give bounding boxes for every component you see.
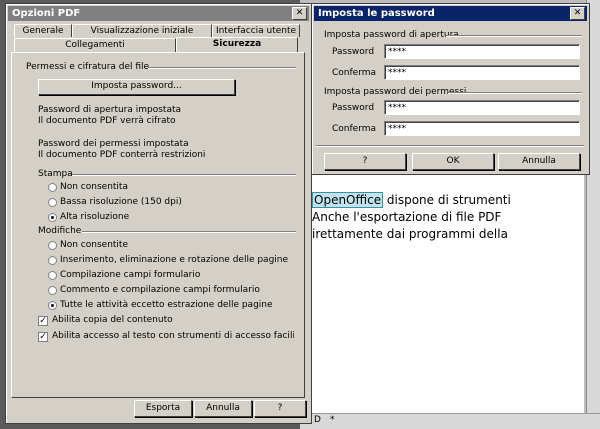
open-password-label: Password [332,47,375,57]
group-permissions-label: Permessi e cifratura del file [26,62,150,72]
help-button[interactable]: ? [324,153,406,170]
print-radio-1[interactable] [48,198,57,207]
changes-option-label: Tutte le attività eccetto estrazione del… [60,300,273,310]
perm-password-status-2: Il documento PDF conterrà restrizioni [38,150,206,160]
tab-visualizzazione[interactable]: Visualizzazione iniziale [72,24,212,37]
changes-option-label: Non consentite [60,240,128,250]
group-perm-line [448,92,582,94]
separator [316,145,584,147]
pdf-options-dialog: Opzioni PDF ✕ Generale Visualizzazione i… [5,3,312,424]
group-permissions-line [148,67,296,69]
changes-radio-4[interactable] [48,301,57,310]
access-checkbox-label: Abilita accesso al testo con strumenti d… [52,331,294,341]
pw-dialog-title: Imposta le password [318,8,435,19]
help-button[interactable]: ? [254,400,306,417]
pdf-dialog-title: Opzioni PDF [12,8,81,19]
copy-checkbox-label: Abilita copia del contenuto [52,315,173,325]
document-text: OpenOffice dispone di strumenti Anche l'… [312,192,528,243]
changes-radio-0[interactable] [48,241,57,250]
changes-radio-2[interactable] [48,271,57,280]
group-open-line [446,35,582,37]
close-icon[interactable]: ✕ [292,7,307,20]
status-modified: * [330,415,335,425]
open-confirm-label: Conferma [332,68,377,78]
status-field: D [314,415,321,425]
pw-dialog-titlebar: Imposta le password ✕ [314,6,587,21]
doc-line-2: Anche l'esportazione di file PDF [312,210,502,224]
open-password-status-2: Il documento PDF verrà cifrato [38,116,176,126]
pdf-dialog-titlebar: Opzioni PDF ✕ [8,6,309,21]
group-print-line [72,174,296,176]
copy-checkbox[interactable]: ✓ [38,316,48,326]
group-print-label: Stampa [38,169,73,179]
access-checkbox[interactable]: ✓ [38,332,48,342]
print-option-label: Bassa risoluzione (150 dpi) [60,197,182,207]
group-changes-line [82,231,296,233]
tab-sicurezza[interactable]: Sicurezza [176,37,298,52]
changes-option-label: Commento e compilazione campi formulario [60,285,260,295]
changes-option-label: Inserimento, eliminazione e rotazione de… [60,255,289,265]
highlighted-word: OpenOffice [312,192,384,208]
doc-line-3: irettamente dai programmi della [312,227,508,241]
tab-generale[interactable]: Generale [14,24,72,37]
tab-collegamenti[interactable]: Collegamenti [14,38,176,52]
perm-password-label: Password [332,103,375,113]
print-option-label: Alta risoluzione [60,212,130,222]
open-confirm-field[interactable]: **** [384,65,580,80]
changes-radio-3[interactable] [48,286,57,295]
ok-button[interactable]: OK [412,153,494,170]
perm-confirm-field[interactable]: **** [384,121,580,136]
group-perm-label: Imposta password dei permessi [324,87,467,97]
perm-confirm-label: Conferma [332,124,377,134]
open-password-field[interactable]: **** [384,44,580,59]
perm-password-field[interactable]: **** [384,100,580,115]
close-icon[interactable]: ✕ [570,7,585,20]
open-password-status: Password di apertura impostata [38,105,182,115]
cancel-button[interactable]: Annulla [498,153,580,170]
perm-password-status: Password dei permessi impostata [38,139,189,149]
set-password-dialog: Imposta le password ✕ Imposta password d… [311,3,590,175]
tab-panel [11,52,305,398]
changes-option-label: Compilazione campi formulario [60,270,201,280]
doc-line-1: dispone di strumenti [383,193,511,207]
tab-interfaccia[interactable]: Interfaccia utente [212,24,300,37]
export-button[interactable]: Esporta [134,400,192,417]
print-option-label: Non consentita [60,182,128,192]
group-open-label: Imposta password di apertura [324,30,459,40]
status-bar: D * [300,413,600,429]
print-radio-2[interactable] [48,213,57,222]
print-radio-0[interactable] [48,183,57,192]
changes-radio-1[interactable] [48,256,57,265]
set-password-button[interactable]: Imposta password... [38,79,235,95]
cancel-button[interactable]: Annulla [194,400,252,417]
group-changes-label: Modifiche [38,226,82,236]
